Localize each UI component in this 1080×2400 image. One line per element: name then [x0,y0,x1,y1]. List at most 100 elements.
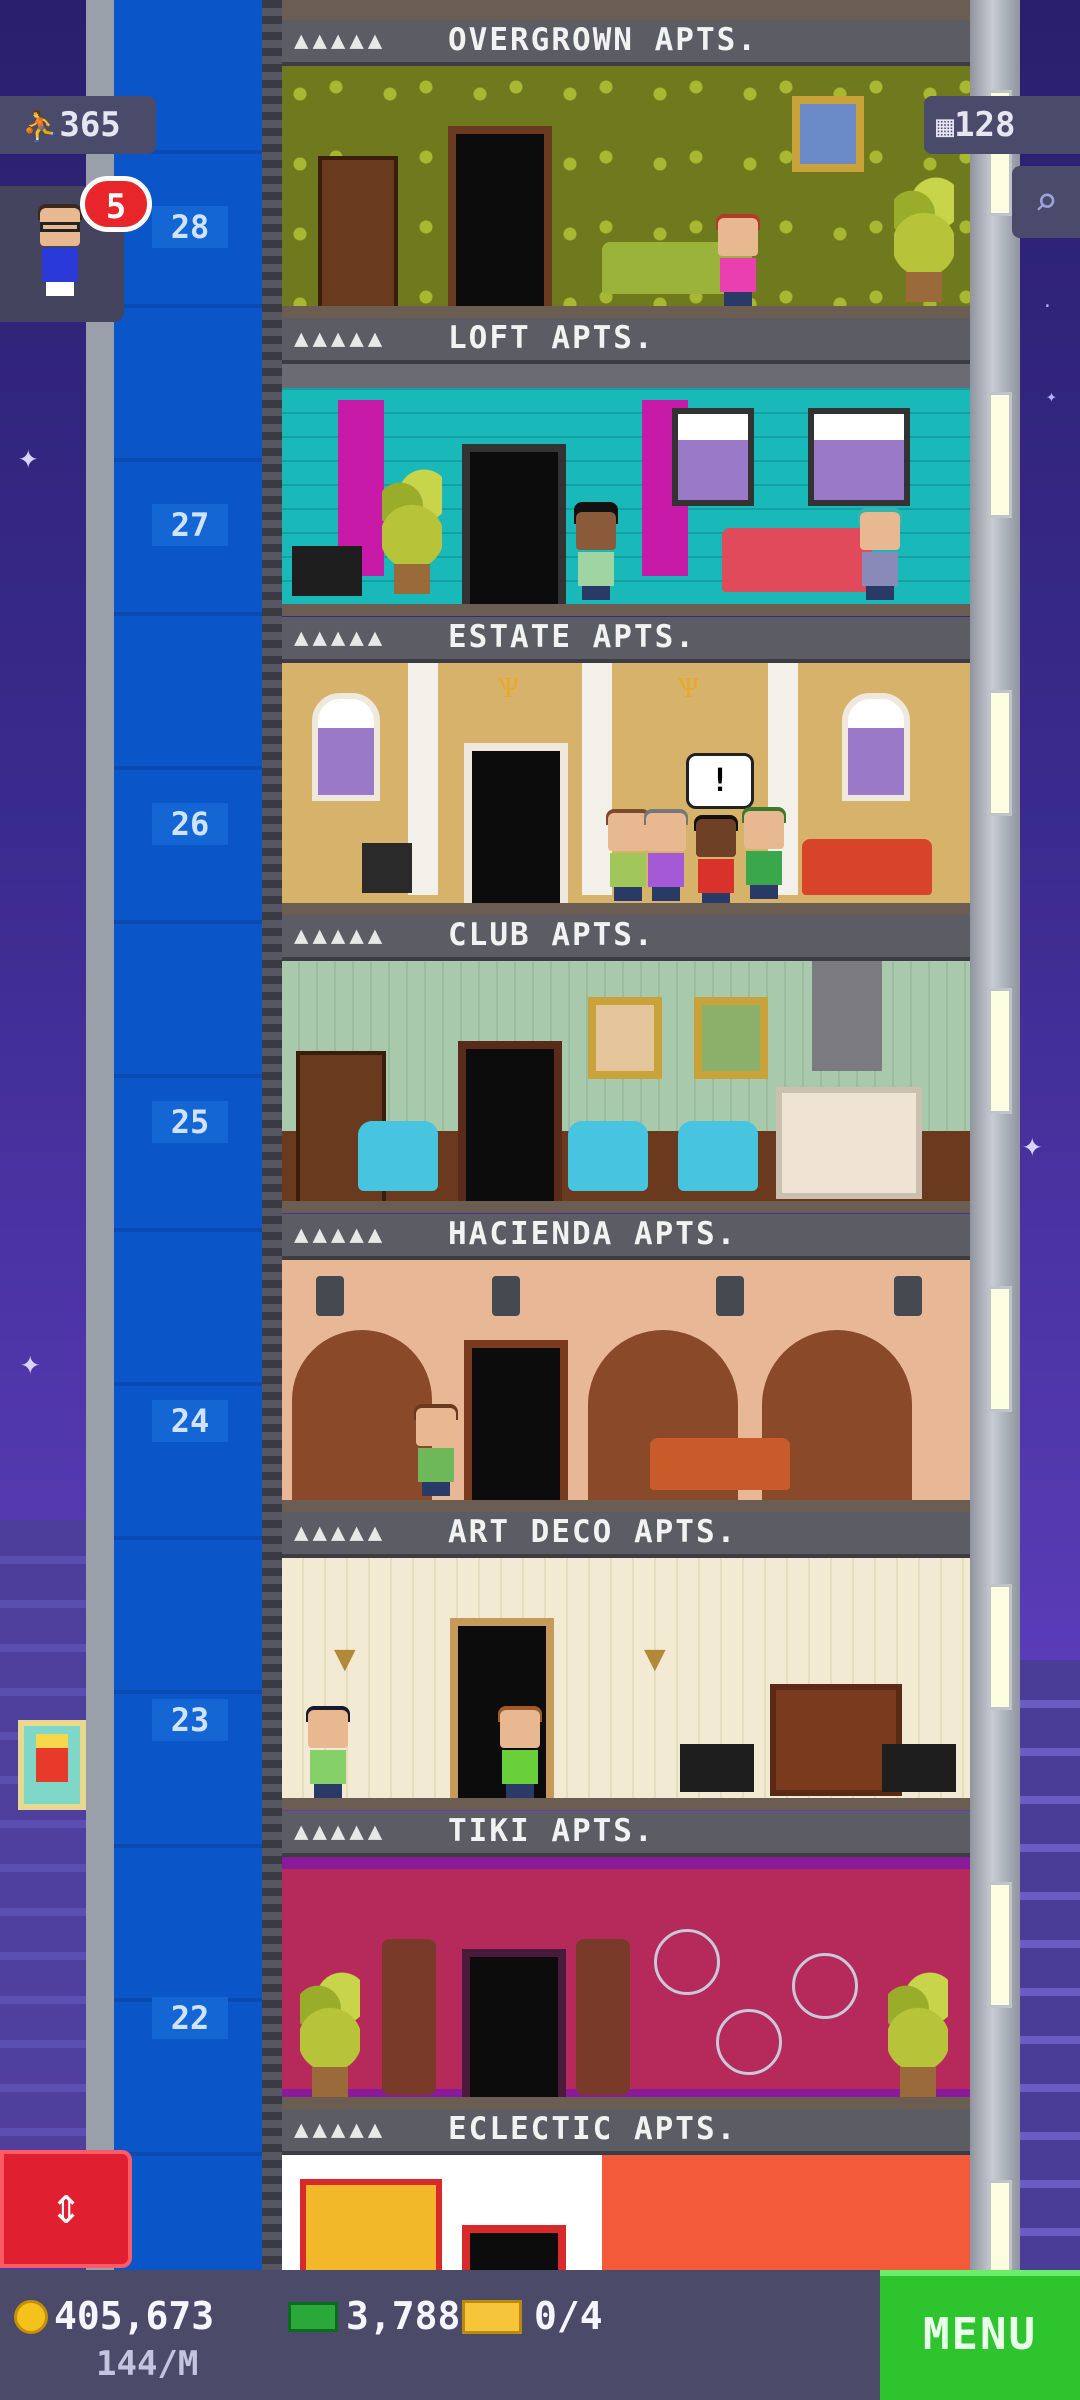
wall-light [988,1882,1012,2008]
telephone-table [362,843,412,893]
floor-base [282,1201,970,1213]
floor-number: 23 [152,1699,228,1741]
bitizen[interactable] [302,1706,354,1798]
bux-value[interactable]: 3,788 [346,2294,460,2338]
hanging-lantern [894,1276,922,1316]
floor-base [282,306,970,318]
birdcage [792,1953,858,2019]
floor-room [282,961,970,1209]
wall-painting [792,96,864,172]
potted-plant [382,464,442,594]
floor-loft-apts[interactable]: ▲▲▲▲▲ LOFT APTS. [282,318,970,616]
wall-light [988,1286,1012,1412]
floor-room [282,66,970,314]
notification-badge: 5 [80,176,152,232]
apartment-door [464,743,568,907]
elevator-button[interactable]: ⇕ [0,2150,132,2268]
floor-tiki-apts[interactable]: ▲▲▲▲▲ TIKI APTS. [282,1811,970,2113]
up-down-arrows-icon: ⇕ [50,2176,82,2236]
hanging-lantern [316,1276,344,1316]
floor-hacienda-apts[interactable]: ▲▲▲▲▲ HACIENDA APTS. [282,1214,970,1512]
fireplace [776,1087,922,1199]
floor-rating-stars: ▲▲▲▲▲ [294,2115,387,2143]
bitizen[interactable] [570,502,622,600]
floors-counter[interactable]: ▦128 [924,96,1080,154]
potted-plant [888,1967,948,2097]
floor-estate-apts[interactable]: ▲▲▲▲▲ ESTATE APTS. Ѱ Ѱ ! [282,617,970,915]
sky-star: · [1042,296,1053,317]
sofa [722,528,872,592]
armchair [678,1121,758,1191]
bitizen[interactable] [854,508,906,600]
hanging-lantern [492,1276,520,1316]
sky-star: ✦ [1046,386,1057,407]
floor-number: 27 [152,504,228,546]
apartment-door [458,1041,562,1205]
speakers [882,1744,956,1792]
floor-number: 24 [152,1400,228,1442]
chandelier: Ѱ [498,671,519,704]
population-counter[interactable]: ⛹365 [0,96,156,154]
person-icon: ⛹ [22,109,60,144]
floor-label-bar: ▲▲▲▲▲ TIKI APTS. [282,1811,970,1857]
menu-button[interactable]: MENU [880,2270,1080,2400]
bookshelf [318,156,398,314]
bitizen[interactable] [640,809,692,901]
floor-name: HACIENDA APTS. [448,1216,738,1252]
floor-label-bar: ▲▲▲▲▲ ESTATE APTS. [282,617,970,663]
coin-rate-value: 144/M [96,2344,199,2384]
potted-plant [894,172,954,302]
sky-star: ✦ [18,437,39,477]
fries-icon[interactable] [18,1720,86,1810]
floor-number: 22 [152,1997,228,2039]
sofa [650,1438,790,1490]
tickets-value[interactable]: 0/4 [534,2294,603,2338]
floor-label-bar: ▲▲▲▲▲ CLUB APTS. [282,915,970,961]
floor-room: Ѱ Ѱ ! [282,663,970,907]
glasses-icon [40,222,80,232]
potted-plant [300,1967,360,2097]
floor-rating-stars: ▲▲▲▲▲ [294,623,387,651]
sky-star: ✦ [1022,1125,1043,1165]
bitizen[interactable] [494,1706,546,1798]
bitizen[interactable] [738,807,790,899]
bitizen[interactable] [712,214,764,306]
floor-label-bar: ▲▲▲▲▲ OVERGROWN APTS. [282,20,970,66]
birdcage [654,1929,720,1995]
floor-base [282,604,970,616]
floor-base [282,2097,970,2109]
floor-art-deco-apts[interactable]: ▲▲▲▲▲ ART DECO APTS. ▼ ▼ [282,1512,970,1810]
floor-room [282,2155,970,2270]
coins-value[interactable]: 405,673 [54,2294,214,2338]
bux-icon [288,2302,338,2332]
chandelier: Ѱ [678,671,699,704]
birdcage [716,2009,782,2075]
arched-window [842,693,910,801]
search-button[interactable]: ⌕ [1012,166,1080,238]
red-wall-panel [602,2155,970,2270]
apartment-door [462,2225,566,2270]
portrait-painting [588,997,662,1079]
floor-rating-stars: ▲▲▲▲▲ [294,1220,387,1248]
floor-eclectic-apts[interactable]: ▲▲▲▲▲ ECLECTIC APTS. [282,2109,970,2270]
tower-left-wall [86,0,114,2270]
speakers [680,1744,754,1792]
floor-club-apts[interactable]: ▲▲▲▲▲ CLUB APTS. [282,915,970,1213]
floor-base [282,1500,970,1512]
population-value: 365 [59,105,121,145]
floor-name: ART DECO APTS. [448,1514,738,1550]
sky-star: ✦ [20,1343,41,1383]
speech-bubble: ! [686,753,754,809]
floor-name: TIKI APTS. [448,1813,655,1849]
bitizen[interactable] [690,815,742,907]
apartment-door [448,126,552,310]
column [408,663,438,895]
tiki-statue [576,1939,630,2095]
bitizen[interactable] [410,1404,462,1496]
ceiling-beam [282,364,970,388]
apartment-door [464,1340,568,1504]
floor-overgrown-apts[interactable]: ▲▲▲▲▲ OVERGROWN APTS. [282,20,970,318]
floor-rating-stars: ▲▲▲▲▲ [294,1518,387,1546]
elevator-rail [262,0,282,2270]
floor-name: OVERGROWN APTS. [448,22,758,58]
